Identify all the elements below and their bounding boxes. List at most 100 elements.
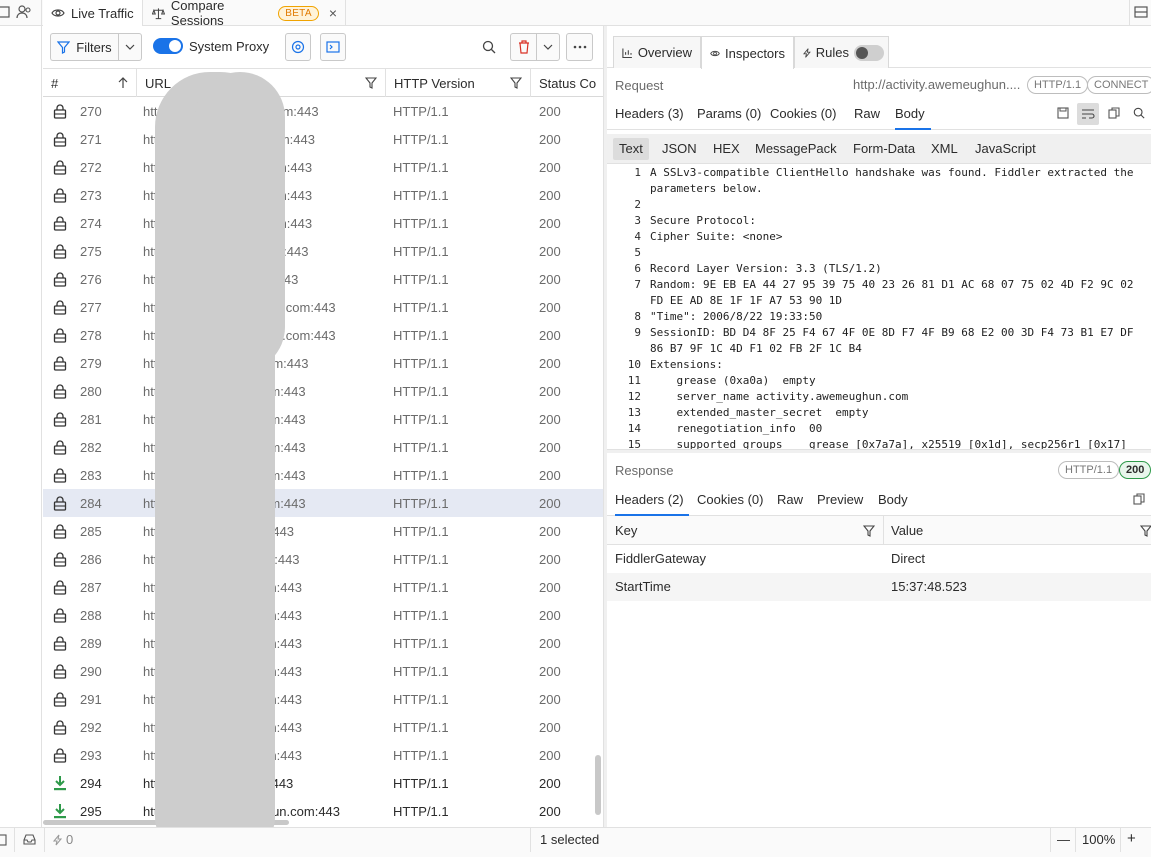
eye-icon — [51, 9, 65, 17]
tab-body-xml[interactable]: XML — [925, 138, 964, 160]
table-row[interactable]: 294htt zi om:443HTTP/1.1200 — [43, 769, 603, 797]
table-row[interactable]: 271http://sec om:443HTTP/1.1200 — [43, 125, 603, 153]
filters-dropdown-button[interactable] — [118, 33, 142, 61]
search-icon[interactable] — [1133, 107, 1145, 119]
tab-request-cookies[interactable]: Cookies (0) — [770, 106, 836, 130]
table-row[interactable]: 290 htt om:443 HTTP/1.1 200 — [43, 657, 603, 685]
row-number: 288 — [80, 608, 102, 623]
response-header-row[interactable]: FiddlerGateway Direct — [607, 545, 1151, 573]
response-header-row[interactable]: StartTime 15:37:48.523 — [607, 573, 1151, 601]
inbox-icon[interactable] — [23, 834, 36, 845]
delete-dropdown-button[interactable] — [536, 33, 560, 61]
filter-icon[interactable] — [863, 525, 875, 537]
copy-icon[interactable] — [1108, 107, 1120, 119]
system-proxy-toggle[interactable] — [153, 38, 183, 54]
row-number: 278 — [80, 328, 102, 343]
tab-compare-sessions[interactable]: Compare Sessions BETA × — [144, 0, 346, 28]
table-row[interactable]: 292 htt om:443 HTTP/1.1 200 — [43, 713, 603, 741]
table-row[interactable]: 275http://s om:443HTTP/1.1200 — [43, 237, 603, 265]
table-row[interactable]: 287 htt om:443 HTTP/1.1 200 — [43, 573, 603, 601]
table-row[interactable]: 291 htt om:443 HTTP/1.1 200 — [43, 685, 603, 713]
word-wrap-button[interactable] — [1077, 103, 1099, 125]
tab-rules[interactable]: Rules — [794, 36, 889, 68]
tab-request-params[interactable]: Params (0) — [697, 106, 761, 130]
table-row[interactable]: 289 htt om:443 HTTP/1.1 200 — [43, 629, 603, 657]
table-row[interactable]: 293 htt om:443 HTTP/1.1 200 — [43, 741, 603, 769]
row-http-version: HTTP/1.1 — [393, 160, 449, 175]
table-row[interactable]: 285http ghun.com:443HTTP/1.1200 — [43, 517, 603, 545]
table-row[interactable]: 276http://g m:443HTTP/1.1200 — [43, 265, 603, 293]
browser-button[interactable] — [285, 33, 311, 61]
tab-live-traffic[interactable]: Live Traffic — [43, 0, 143, 26]
row-number: 293 — [80, 748, 102, 763]
http-version-pill: HTTP/1.1 — [1058, 461, 1120, 479]
line-text: SessionID: BD D4 8F 25 F4 67 4F 0E 8D F7… — [650, 326, 1134, 339]
column-header-http-version[interactable]: HTTP Version — [386, 69, 531, 97]
row-http-version: HTTP/1.1 — [393, 328, 449, 343]
table-row[interactable]: 286http memv.com:443HTTP/1.1200 — [43, 545, 603, 573]
more-button[interactable] — [566, 33, 593, 61]
rules-toggle[interactable] — [854, 44, 885, 61]
vertical-scrollbar[interactable] — [595, 755, 601, 815]
row-status: 200 — [539, 188, 561, 203]
tab-request-body[interactable]: Body — [895, 106, 931, 130]
zoom-in-button[interactable]: + — [1127, 830, 1136, 847]
column-header-status[interactable]: Status Co — [531, 69, 603, 97]
lock-icon — [52, 747, 68, 766]
table-row[interactable]: 279http://s om:443HTTP/1.1200 — [43, 349, 603, 377]
delete-button[interactable] — [510, 33, 536, 61]
tab-response-headers[interactable]: Headers (2) — [615, 492, 689, 516]
terminal-button[interactable] — [320, 33, 346, 61]
column-label: HTTP Version — [394, 75, 475, 91]
filters-label: Filters — [76, 39, 112, 55]
tab-body-text[interactable]: Text — [613, 138, 649, 160]
table-row[interactable]: 277http://a memv.com:443HTTP/1.1200 — [43, 293, 603, 321]
column-label: Status Co — [539, 75, 597, 91]
save-icon[interactable] — [1057, 107, 1069, 119]
tab-request-raw[interactable]: Raw — [854, 106, 880, 130]
table-row[interactable]: 281http:// om:443HTTP/1.1200 — [43, 405, 603, 433]
table-row[interactable]: 282http:/ om:443HTTP/1.1200 — [43, 433, 603, 461]
column-header-number[interactable]: # — [43, 69, 137, 97]
panel-toggle[interactable] — [1129, 0, 1151, 26]
table-row[interactable]: 272http://se om:443HTTP/1.1200 — [43, 153, 603, 181]
panel-icon[interactable] — [0, 834, 7, 846]
users-icon[interactable] — [16, 5, 32, 19]
tab-response-raw[interactable]: Raw — [777, 492, 803, 516]
request-body-text[interactable]: 1 A SSLv3-compatible ClientHello handshak… — [607, 164, 1151, 449]
table-row[interactable]: 280http:// om:443HTTP/1.1200 — [43, 377, 603, 405]
search-icon[interactable] — [482, 40, 496, 54]
table-row[interactable]: 278http://a memv.com:443HTTP/1.1200 — [43, 321, 603, 349]
selection-count: 1 selected — [540, 832, 600, 847]
tab-response-cookies[interactable]: Cookies (0) — [697, 492, 763, 516]
line-number: 2 — [634, 198, 641, 211]
row-status: 200 — [539, 132, 561, 147]
table-row[interactable]: 273http://se om:443HTTP/1.1200 — [43, 181, 603, 209]
tab-body-messagepack[interactable]: MessagePack — [749, 138, 843, 160]
table-row[interactable]: 274http://se om:443HTTP/1.1200 — [43, 209, 603, 237]
scale-icon — [152, 7, 165, 19]
table-row[interactable]: 270http://secu om:443HTTP/1.1200 — [43, 97, 603, 125]
code-line: 15 supported_groups grease [0x7a7a], x25… — [607, 436, 1151, 449]
response-headers-table-header: Key Value — [607, 516, 1151, 545]
copy-icon[interactable] — [1133, 493, 1145, 505]
table-row[interactable]: 288 htt om:443 HTTP/1.1 200 — [43, 601, 603, 629]
tab-response-body[interactable]: Body — [878, 492, 908, 516]
inspector-splitter[interactable] — [607, 449, 1151, 453]
tab-body-json[interactable]: JSON — [656, 138, 703, 160]
zoom-out-button[interactable]: — — [1057, 832, 1070, 847]
tab-response-preview[interactable]: Preview — [817, 492, 863, 516]
line-number: 4 — [634, 230, 641, 243]
filters-button[interactable]: Filters — [50, 33, 118, 61]
tab-body-form-data[interactable]: Form-Data — [847, 138, 921, 160]
filter-icon[interactable] — [1140, 525, 1151, 537]
table-row[interactable]: 283http: om:443HTTP/1.1200 — [43, 461, 603, 489]
tab-inspectors[interactable]: Inspectors — [701, 36, 794, 69]
tab-body-javascript[interactable]: JavaScript — [969, 138, 1042, 160]
tab-request-headers[interactable]: Headers (3) — [615, 106, 684, 130]
close-icon[interactable]: × — [329, 5, 337, 21]
table-row[interactable]: 284http: om:443HTTP/1.1200 — [43, 489, 603, 517]
tab-overview[interactable]: Overview — [613, 36, 701, 68]
layout-icon[interactable] — [0, 5, 10, 19]
tab-body-hex[interactable]: HEX — [707, 138, 746, 160]
